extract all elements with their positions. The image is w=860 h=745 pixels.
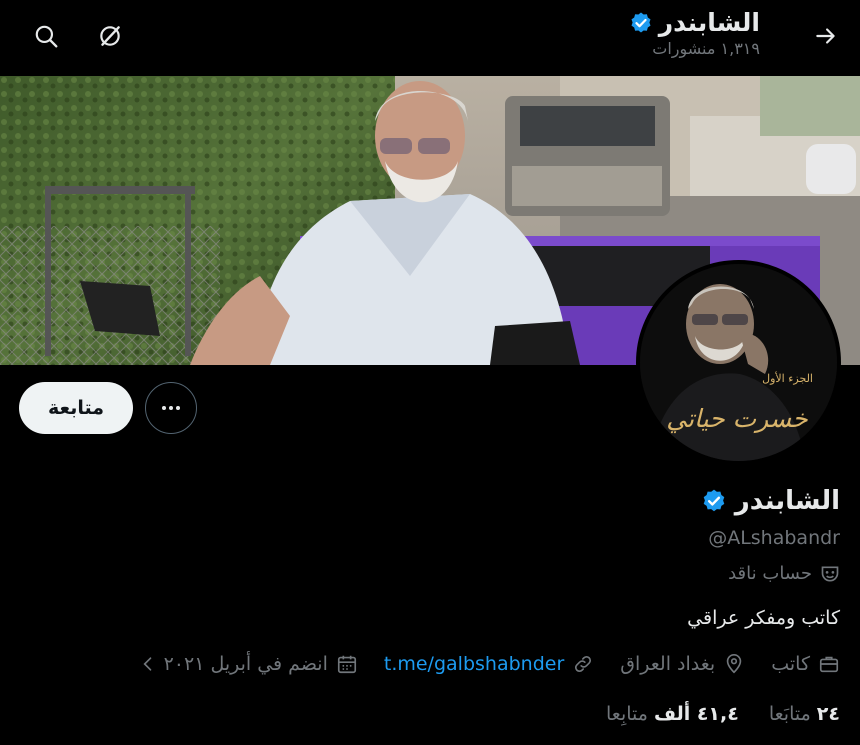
link-icon bbox=[575, 655, 592, 673]
location-item: بغداد العراق bbox=[620, 653, 745, 675]
avatar-caption-small: الجزء الأول bbox=[762, 372, 813, 385]
parody-label[interactable]: حساب ناقد bbox=[728, 563, 840, 584]
following-label: متابَعا bbox=[768, 703, 811, 725]
profile-handle: @ALshabandr bbox=[708, 527, 840, 549]
mask-icon bbox=[821, 566, 839, 582]
following-stat[interactable]: ٢٤ متابَعا bbox=[769, 703, 840, 725]
location-text: بغداد العراق bbox=[620, 653, 716, 675]
more-dots-icon bbox=[162, 406, 180, 410]
avatar-caption: خسرت حياتي bbox=[666, 404, 808, 433]
arrow-right-icon bbox=[816, 28, 835, 44]
followers-label: متابِعا bbox=[605, 703, 648, 725]
briefcase-icon bbox=[819, 656, 839, 673]
chevron-left-icon bbox=[143, 657, 151, 671]
header-name: الشابندر bbox=[658, 8, 760, 37]
follow-button[interactable]: متابعة bbox=[19, 382, 133, 434]
search-button[interactable] bbox=[24, 14, 68, 58]
joined-text: انضم في أبريل ٢٠٢١ bbox=[163, 653, 328, 675]
website-item[interactable]: t.me/galbshabnder bbox=[384, 653, 594, 675]
followers-count: ٤١,٤ ألف bbox=[653, 703, 739, 725]
verified-badge-icon bbox=[631, 12, 651, 32]
profile-name: الشابندر bbox=[734, 486, 840, 516]
more-options-button[interactable] bbox=[145, 382, 197, 434]
followers-stat[interactable]: ٤١,٤ ألف متابِعا bbox=[606, 703, 739, 725]
parody-label-text: حساب ناقد bbox=[728, 563, 812, 584]
location-pin-icon bbox=[726, 654, 742, 674]
header-title: الشابندر ١,٣١٩ منشورات bbox=[629, 8, 760, 58]
profile-meta: كاتب بغداد العراق t.me/galbshabnder انضم… bbox=[140, 653, 840, 675]
profile-name-row: الشابندر bbox=[701, 486, 840, 516]
grok-icon bbox=[100, 26, 120, 46]
profession-item: كاتب bbox=[771, 653, 840, 675]
profile-avatar[interactable]: الجزء الأول خسرت حياتي bbox=[636, 260, 841, 465]
profile-bio: كاتب ومفكر عراقي bbox=[687, 607, 840, 629]
verified-badge-icon[interactable] bbox=[701, 488, 727, 514]
back-button[interactable] bbox=[804, 14, 848, 58]
post-count: ١,٣١٩ منشورات bbox=[652, 39, 760, 58]
grok-button[interactable] bbox=[88, 14, 132, 58]
profession-text: كاتب bbox=[771, 653, 810, 675]
top-bar: الشابندر ١,٣١٩ منشورات bbox=[0, 0, 860, 76]
search-icon bbox=[35, 25, 58, 48]
calendar-icon bbox=[337, 655, 356, 674]
joined-item[interactable]: انضم في أبريل ٢٠٢١ bbox=[140, 653, 358, 675]
follow-stats: ٢٤ متابَعا ٤١,٤ ألف متابِعا bbox=[606, 703, 840, 725]
following-count: ٢٤ bbox=[816, 703, 840, 725]
website-link[interactable]: t.me/galbshabnder bbox=[384, 653, 564, 675]
